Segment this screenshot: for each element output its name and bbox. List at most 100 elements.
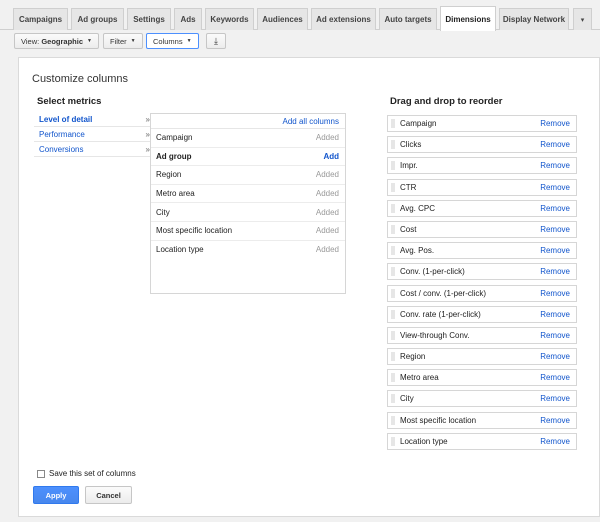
reorder-item-label: View-through Conv. [400,330,470,340]
reorder-item[interactable]: City Remove [387,390,577,408]
remove-link[interactable]: Remove [540,246,570,255]
cancel-button[interactable]: Cancel [85,486,132,504]
save-column-set: Save this set of columns [37,469,136,478]
tab-more-dropdown[interactable]: ▾ [573,8,592,30]
drag-handle-icon[interactable] [391,309,395,319]
columns-dropdown[interactable]: Columns ▼ [146,33,199,49]
tab-ad-groups[interactable]: Ad groups [71,8,124,30]
reorder-item[interactable]: View-through Conv. Remove [387,326,577,344]
apply-button[interactable]: Apply [33,486,79,504]
remove-link[interactable]: Remove [540,204,570,213]
reorder-item[interactable]: Region Remove [387,348,577,366]
remove-link[interactable]: Remove [540,331,570,340]
reorder-item[interactable]: Campaign Remove [387,115,577,132]
metric-status: Added [315,245,339,255]
remove-link[interactable]: Remove [540,352,570,361]
panel-title: Customize columns [32,73,128,85]
view-dropdown[interactable]: View: Geographic ▼ [14,33,99,49]
metric-row-region: Region Added [151,166,345,185]
drag-handle-icon[interactable] [391,288,395,298]
remove-link[interactable]: Remove [540,183,570,192]
metric-row-metro-area: Metro area Added [151,185,345,204]
remove-link[interactable]: Remove [540,310,570,319]
drag-handle-icon[interactable] [391,161,395,171]
filter-dropdown[interactable]: Filter ▼ [103,33,143,49]
category-performance[interactable]: Performance » [34,127,156,142]
metric-label: Campaign [156,133,193,143]
drag-handle-icon[interactable] [391,436,395,446]
reorder-item[interactable]: Metro area Remove [387,369,577,387]
category-label: Level of detail [39,114,93,124]
reorder-item[interactable]: Cost / conv. (1-per-click) Remove [387,284,577,302]
tab-display-network[interactable]: Display Network [499,8,569,30]
save-columns-checkbox[interactable] [37,469,45,478]
tab-ad-extensions[interactable]: Ad extensions [311,8,376,30]
metric-row-most-specific-location: Most specific location Added [151,222,345,241]
metric-row-ad-group: Ad group Add [151,148,345,167]
drag-handle-icon[interactable] [391,267,395,277]
view-prefix: View: [21,36,40,46]
reorder-item-label: Avg. Pos. [400,246,435,256]
remove-link[interactable]: Remove [540,437,570,446]
view-value: Geographic [41,36,83,46]
drag-handle-icon[interactable] [391,140,395,150]
drag-handle-icon[interactable] [391,373,395,383]
remove-link[interactable]: Remove [540,416,570,425]
tab-keywords[interactable]: Keywords [205,8,254,30]
category-level-of-detail[interactable]: Level of detail » [34,112,156,127]
reorder-item[interactable]: Avg. CPC Remove [387,199,577,217]
remove-link[interactable]: Remove [540,225,570,234]
remove-link[interactable]: Remove [540,289,570,298]
drag-handle-icon[interactable] [391,330,395,340]
reorder-item-label: Impr. [400,161,418,171]
metric-label: Location type [156,245,204,255]
category-conversions[interactable]: Conversions » [34,142,156,157]
metric-row-location-type: Location type Added [151,241,345,260]
metric-row-city: City Added [151,203,345,222]
tab-audiences[interactable]: Audiences [257,8,308,30]
reorder-item[interactable]: CTR Remove [387,178,577,196]
remove-link[interactable]: Remove [540,373,570,382]
metric-status: Added [315,226,339,236]
drag-handle-icon[interactable] [391,224,395,234]
drag-handle-icon[interactable] [391,119,395,128]
add-all-columns-link[interactable]: Add all columns [283,117,339,126]
remove-link[interactable]: Remove [540,140,570,149]
reorder-item[interactable]: Most specific location Remove [387,411,577,429]
reorder-item[interactable]: Conv. (1-per-click) Remove [387,263,577,281]
reorder-item[interactable]: Clicks Remove [387,136,577,154]
reorder-item-label: Location type [400,436,448,446]
download-button[interactable]: ⤓ [206,33,226,49]
reorder-item-label: Cost / conv. (1-per-click) [400,288,487,298]
remove-link[interactable]: Remove [540,267,570,276]
tab-dimensions[interactable]: Dimensions [440,6,496,31]
reorder-item[interactable]: Location type Remove [387,432,577,450]
reorder-item-label: Region [400,352,426,362]
tab-settings[interactable]: Settings [127,8,171,30]
reorder-item-label: CTR [400,182,417,192]
reorder-list: Campaign Remove Clicks Remove Impr. Remove CTR… [387,115,577,454]
reorder-item[interactable]: Conv. rate (1-per-click) Remove [387,305,577,323]
drag-handle-icon[interactable] [391,352,395,362]
reorder-item-label: Most specific location [400,415,477,425]
remove-link[interactable]: Remove [540,119,570,128]
remove-link[interactable]: Remove [540,161,570,170]
download-icon: ⤓ [214,35,218,46]
drag-handle-icon[interactable] [391,415,395,425]
reorder-item[interactable]: Avg. Pos. Remove [387,242,577,260]
metric-label: City [156,207,170,217]
tab-ads[interactable]: Ads [174,8,202,30]
reorder-item[interactable]: Cost Remove [387,220,577,238]
add-metric-link[interactable]: Add [323,152,339,161]
drag-handle-icon[interactable] [391,394,395,404]
drag-handle-icon[interactable] [391,203,395,213]
drag-handle-icon[interactable] [391,182,395,192]
drag-handle-icon[interactable] [391,246,395,256]
remove-link[interactable]: Remove [540,394,570,403]
customize-columns-panel: Customize columns Select metrics Drag an… [18,57,600,517]
tab-campaigns[interactable]: Campaigns [13,8,68,30]
tab-auto-targets[interactable]: Auto targets [379,8,437,30]
category-label: Performance [39,129,85,139]
tab-bar: Campaigns Ad groups Settings Ads Keyword… [0,0,600,31]
reorder-item[interactable]: Impr. Remove [387,157,577,175]
